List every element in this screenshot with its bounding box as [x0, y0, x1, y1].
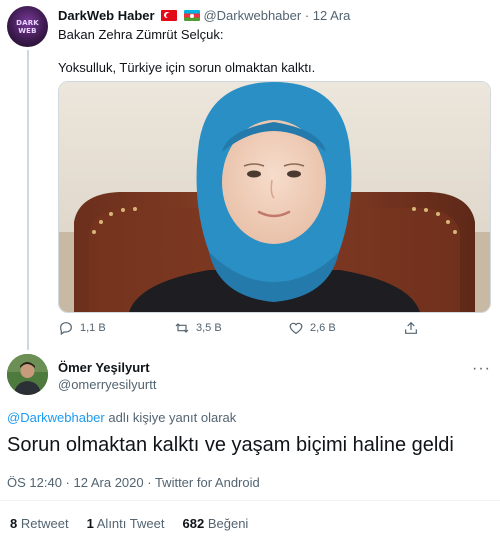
like-action[interactable]: 2,6 B [288, 320, 336, 336]
replying-to-handle[interactable]: @Darkwebhaber [7, 410, 105, 425]
tweet-header: DarkWeb Haber @Darkwebhaber · 12 Ara [58, 8, 350, 23]
reply-text: Sorun olmaktan kalktı ve yaşam biçimi ha… [7, 434, 454, 456]
retweet-icon [175, 323, 189, 333]
likes-stat[interactable]: 682 Beğeni [183, 516, 249, 531]
reply-action[interactable]: 1,1 B [58, 320, 106, 336]
reply-source[interactable]: Twitter for Android [155, 475, 260, 490]
reply-count: 1,1 B [80, 322, 106, 334]
thread-line [27, 50, 29, 350]
avatar-darkweb-haber[interactable]: DARK WEB [7, 6, 48, 47]
share-action[interactable] [403, 320, 419, 336]
replying-to: @Darkwebhaber adlı kişiye yanıt olarak [7, 410, 236, 425]
avatar-logo-text: DARK WEB [16, 18, 39, 35]
tweet-date[interactable]: 12 Ara [313, 8, 351, 23]
more-options-icon[interactable]: ··· [472, 360, 491, 378]
likes-label: Beğeni [207, 516, 249, 531]
likes-count: 682 [182, 516, 205, 531]
heart-icon [289, 322, 303, 335]
divider [0, 500, 500, 501]
reply-author-handle[interactable]: @omerryesilyurtt [58, 377, 156, 392]
meta-separator-2: · [143, 475, 155, 490]
meta-separator-1: · [61, 475, 74, 490]
author-name[interactable]: DarkWeb Haber [58, 8, 155, 23]
retweets-label: Retweet [20, 516, 69, 531]
retweets-stat[interactable]: 8 Retweet [10, 516, 69, 531]
replying-to-suffix: adlı kişiye yanıt olarak [104, 410, 237, 425]
photo-illustration [59, 82, 490, 312]
reply-date[interactable]: 12 Ara 2020 [74, 475, 144, 490]
quotes-stat[interactable]: 1 Alıntı Tweet [87, 516, 165, 531]
like-count: 2,6 B [310, 322, 336, 334]
avatar-photo [7, 354, 48, 395]
turkey-flag-icon [161, 10, 178, 21]
retweets-count: 8 [10, 516, 18, 531]
quotes-count: 1 [86, 516, 94, 531]
retweet-count: 3,5 B [196, 322, 222, 334]
retweet-action[interactable]: 3,5 B [174, 320, 222, 336]
reply-meta: ÖS 12:40 · 12 Ara 2020 · Twitter for And… [7, 475, 260, 490]
tweet-text-line2: Yoksulluk, Türkiye için sorun olmaktan k… [58, 60, 316, 75]
reply-stats: 8 Retweet 1 Alıntı Tweet 682 Beğeni [10, 516, 248, 531]
tweet-actions: 1,1 B 3,5 B 2,6 B [58, 320, 438, 338]
reply-time[interactable]: ÖS 12:40 [7, 475, 62, 490]
share-icon [405, 321, 417, 334]
quotes-label: Alıntı Tweet [96, 516, 165, 531]
header-separator: · [304, 8, 310, 23]
author-handle[interactable]: @Darkwebhaber [203, 8, 301, 23]
tweet-text-line1: Bakan Zehra Zümrüt Selçuk: [58, 27, 224, 42]
avatar-omer-yesilyurt[interactable] [7, 354, 48, 395]
azerbaijan-flag-icon [183, 10, 200, 21]
reply-icon [60, 322, 72, 336]
tweet-photo[interactable] [58, 81, 491, 313]
reply-author-name[interactable]: Ömer Yeşilyurt [58, 360, 150, 375]
